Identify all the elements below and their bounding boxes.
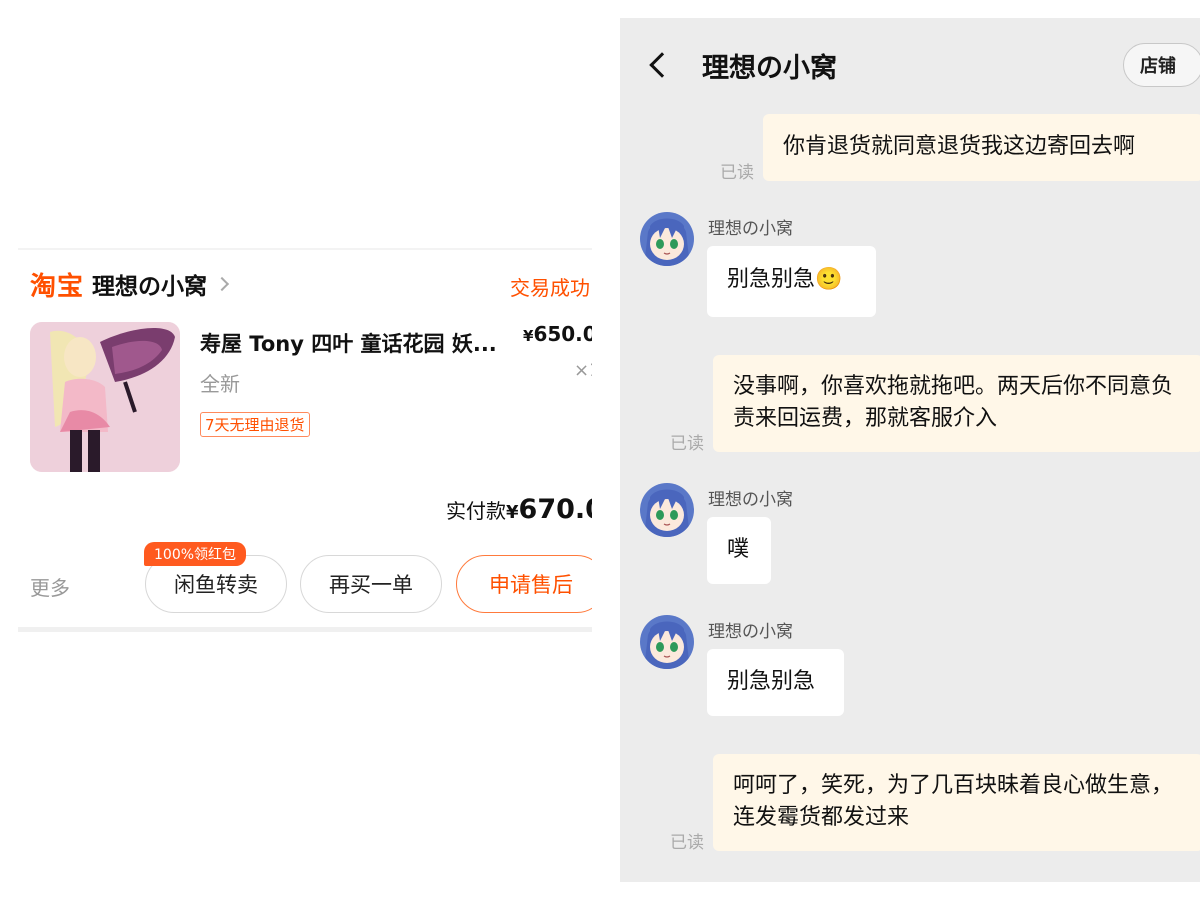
- shop-name[interactable]: 理想の小窝: [92, 267, 207, 301]
- order-card[interactable]: 淘宝 理想の小窝 交易成功 寿屋 Tony 四叶 童话花园 妖... 全新 7天…: [18, 248, 592, 632]
- message-bubble-outgoing[interactable]: 没事啊，你喜欢拖就拖吧。两天后你不同意负责来回运费，那就客服介入: [713, 355, 1200, 452]
- buy-again-button[interactable]: 再买一单: [300, 555, 442, 613]
- product-condition: 全新: [200, 372, 240, 396]
- read-receipt: 已读: [720, 163, 754, 183]
- sender-name: 理想の小窝: [708, 490, 793, 510]
- message-bubble-outgoing[interactable]: 呵呵了，笑死，为了几百块昧着良心做生意，连发霉货都发过来: [713, 754, 1200, 851]
- anime-avatar-icon: [640, 615, 694, 669]
- taobao-logo: 淘宝: [30, 271, 85, 302]
- chevron-right-icon[interactable]: [214, 276, 230, 292]
- anime-avatar-icon: [640, 483, 694, 537]
- read-receipt: 已读: [670, 434, 704, 454]
- order-panel: 淘宝 理想の小窝 交易成功 寿屋 Tony 四叶 童话花园 妖... 全新 7天…: [0, 0, 600, 900]
- unit-price-currency: ¥: [523, 327, 534, 345]
- quantity: ×1: [574, 360, 592, 381]
- product-image[interactable]: [30, 322, 180, 472]
- figure-thumbnail-icon: [30, 322, 180, 472]
- shop-header[interactable]: 淘宝 理想の小窝: [30, 266, 230, 302]
- paid-currency: ¥: [506, 502, 519, 523]
- order-status: 交易成功: [510, 276, 590, 300]
- paid-total: 实付款 ¥ 670.00: [446, 494, 592, 525]
- unit-price: ¥650.00: [523, 322, 592, 346]
- return-policy-badge: 7天无理由退货: [200, 412, 310, 437]
- red-packet-badge: 100%领红包: [144, 542, 247, 566]
- shop-avatar[interactable]: [640, 212, 694, 266]
- unit-price-value: 650.00: [533, 322, 592, 346]
- after-sale-button[interactable]: 申请售后: [456, 555, 592, 613]
- product-title[interactable]: 寿屋 Tony 四叶 童话花园 妖...: [200, 328, 500, 358]
- anime-avatar-icon: [640, 212, 694, 266]
- back-arrow-icon[interactable]: [649, 52, 675, 78]
- sender-name: 理想の小窝: [708, 622, 793, 642]
- store-button[interactable]: 店铺: [1123, 43, 1200, 87]
- shop-avatar[interactable]: [640, 615, 694, 669]
- shop-avatar[interactable]: [640, 483, 694, 537]
- paid-amount: 670.00: [518, 494, 592, 525]
- chat-panel: 理想の小窝 店铺 已读 你肯退货就同意退货我这边寄回去啊 理想の小窝 别急别急🙂…: [620, 18, 1200, 882]
- more-button[interactable]: 更多: [30, 572, 70, 601]
- read-receipt: 已读: [670, 833, 704, 853]
- sender-name: 理想の小窝: [708, 219, 793, 239]
- message-bubble-outgoing[interactable]: 你肯退货就同意退货我这边寄回去啊: [763, 114, 1200, 181]
- message-bubble-incoming[interactable]: 噗: [707, 517, 771, 584]
- chat-title: 理想の小窝: [702, 53, 837, 84]
- message-bubble-incoming[interactable]: 别急别急: [707, 649, 844, 716]
- message-bubble-incoming[interactable]: 别急别急🙂: [707, 246, 876, 317]
- paid-label: 实付款: [446, 499, 506, 523]
